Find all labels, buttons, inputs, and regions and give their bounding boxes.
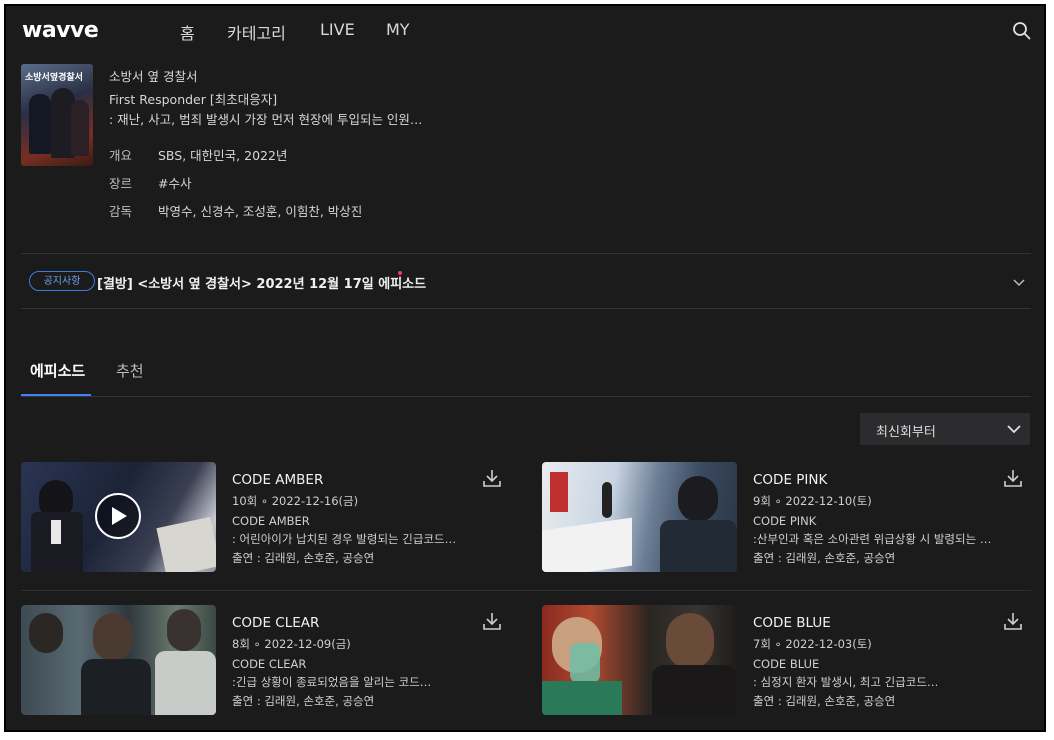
- episode-meta: 10회 ∘ 2022-12-16(금): [232, 494, 359, 508]
- poster-title: 소방서옆경찰서: [25, 73, 83, 83]
- tab-episodes[interactable]: 에피소드: [30, 360, 85, 381]
- divider: [21, 253, 1031, 254]
- episode-item[interactable]: CODE BLUE 7회 ∘ 2022-12-03(토) CODE BLUE :…: [542, 605, 1028, 717]
- divider: [21, 308, 1031, 309]
- meta-value-overview: SBS, 대한민국, 2022년: [158, 148, 288, 163]
- sort-selected-label: 최신회부터: [876, 425, 936, 440]
- episode-desc-line1: CODE AMBER: [232, 514, 310, 528]
- meta-label-overview: 개요: [109, 148, 133, 163]
- episode-meta: 7회 ∘ 2022-12-03(토): [753, 637, 872, 651]
- episode-desc-line1: CODE PINK: [753, 514, 817, 528]
- nav-home[interactable]: 홈: [180, 20, 195, 44]
- episode-meta: 9회 ∘ 2022-12-10(토): [753, 494, 872, 508]
- program-title: 소방서 옆 경찰서: [109, 69, 198, 84]
- new-indicator-dot: [398, 271, 402, 275]
- episode-title[interactable]: CODE PINK: [753, 472, 827, 488]
- episode-desc-line1: CODE CLEAR: [232, 657, 307, 671]
- notice-badge: 공지사항: [29, 271, 95, 291]
- episode-title[interactable]: CODE BLUE: [753, 615, 831, 631]
- nav-live[interactable]: LIVE: [320, 20, 355, 39]
- episode-item[interactable]: CODE AMBER 10회 ∘ 2022-12-16(금) CODE AMBE…: [21, 462, 507, 574]
- episode-title[interactable]: CODE AMBER: [232, 472, 323, 488]
- download-icon[interactable]: [482, 611, 502, 631]
- row-divider: [21, 590, 1031, 591]
- chevron-down-icon: [1006, 421, 1022, 437]
- program-poster: 소방서옆경찰서: [21, 64, 93, 166]
- program-description: : 재난, 사고, 범죄 발생시 가장 먼저 현장에 투입되는 인원…: [109, 112, 423, 127]
- download-icon[interactable]: [482, 468, 502, 488]
- meta-value-genre[interactable]: #수사: [158, 173, 191, 192]
- episode-desc-line2: :긴급 상황이 종료되었음을 알리는 코드…: [232, 675, 432, 689]
- meta-label-genre: 장르: [109, 176, 133, 191]
- download-icon[interactable]: [1003, 611, 1023, 631]
- download-icon[interactable]: [1003, 468, 1023, 488]
- tab-divider: [21, 396, 1031, 397]
- episode-cast: 출연 : 김래원, 손호준, 공승연: [753, 694, 896, 708]
- app-window: wavve 홈 카테고리 LIVE MY 소방서옆경찰서 소방서 옆 경찰서 F…: [4, 4, 1046, 732]
- episode-meta: 8회 ∘ 2022-12-09(금): [232, 637, 351, 651]
- program-subtitle: First Responder [최초대응자]: [109, 92, 278, 107]
- sort-select[interactable]: 최신회부터: [860, 413, 1030, 445]
- episode-cast: 출연 : 김래원, 손호준, 공승연: [753, 551, 896, 565]
- meta-label-director: 감독: [109, 204, 133, 219]
- episode-item[interactable]: CODE CLEAR 8회 ∘ 2022-12-09(금) CODE CLEAR…: [21, 605, 507, 717]
- tab-recommend[interactable]: 추천: [116, 360, 144, 381]
- search-icon[interactable]: [1012, 21, 1032, 41]
- episode-desc-line1: CODE BLUE: [753, 657, 820, 671]
- meta-value-director: 박영수, 신경수, 조성훈, 이힘찬, 박상진: [158, 204, 363, 219]
- play-button[interactable]: [95, 493, 141, 539]
- episode-title[interactable]: CODE CLEAR: [232, 615, 319, 631]
- episode-desc-line2: : 어린아이가 납치된 경우 발령되는 긴급코드…: [232, 532, 457, 546]
- episode-item[interactable]: CODE PINK 9회 ∘ 2022-12-10(토) CODE PINK :…: [542, 462, 1028, 574]
- episode-desc-line2: :산부인과 혹은 소아관련 위급상황 시 발령되는 …: [753, 532, 992, 546]
- chevron-down-icon[interactable]: [1012, 274, 1026, 288]
- notice-text[interactable]: [결방] <소방서 옆 경찰서> 2022년 12월 17일 에피소드: [97, 273, 426, 292]
- nav-my[interactable]: MY: [386, 20, 410, 39]
- nav-category[interactable]: 카테고리: [227, 20, 286, 44]
- episode-thumbnail[interactable]: [21, 605, 216, 715]
- episode-desc-line2: : 심정지 환자 발생시, 최고 긴급코드…: [753, 675, 939, 689]
- episode-thumbnail[interactable]: [542, 605, 737, 715]
- episode-thumbnail[interactable]: [21, 462, 216, 572]
- top-header: wavve 홈 카테고리 LIVE MY: [6, 6, 1044, 58]
- episode-cast: 출연 : 김래원, 손호준, 공승연: [232, 694, 375, 708]
- episode-cast: 출연 : 김래원, 손호준, 공승연: [232, 551, 375, 565]
- episode-thumbnail[interactable]: [542, 462, 737, 572]
- wavve-logo[interactable]: wavve: [22, 18, 99, 43]
